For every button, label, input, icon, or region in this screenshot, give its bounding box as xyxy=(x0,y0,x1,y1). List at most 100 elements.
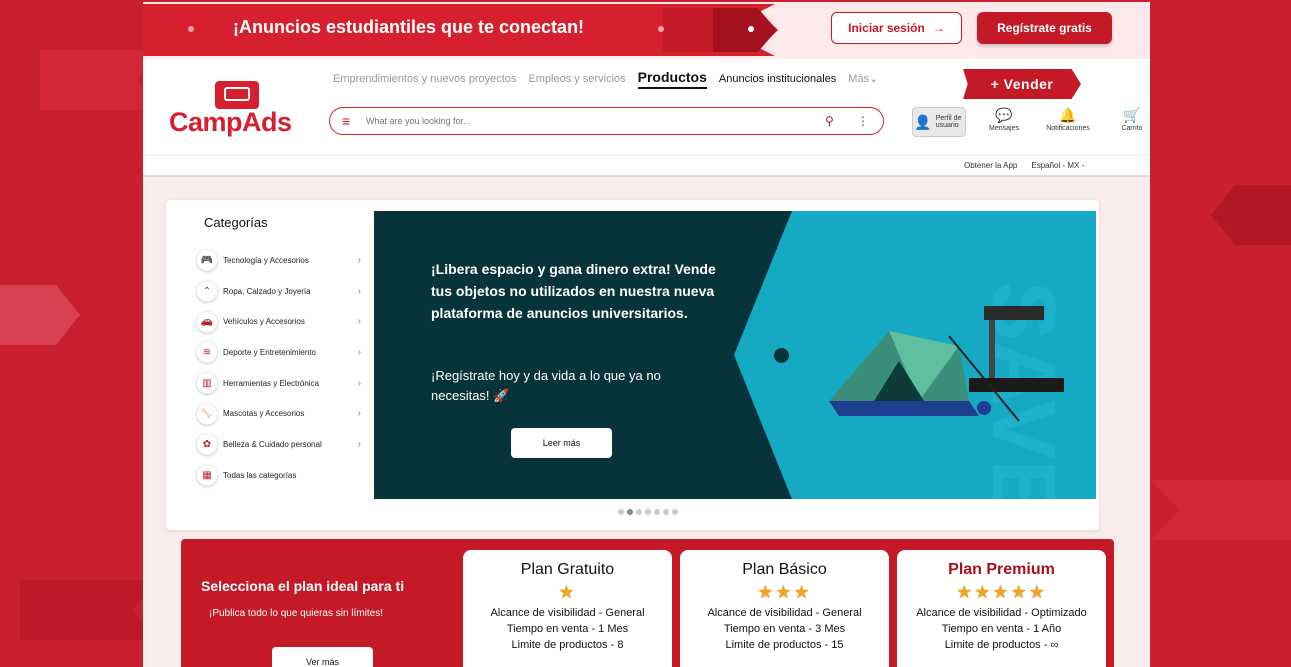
nav-item-empleos[interactable]: Empleos y servicios xyxy=(528,73,625,85)
car-icon: 🚗 xyxy=(196,310,218,333)
category-item[interactable]: 🚗 Vehículos y Accesorios › xyxy=(196,306,361,337)
menu-icon[interactable]: ≡ xyxy=(342,113,356,129)
banner-subtext: ¡Regístrate hoy y da vida a lo que ya no… xyxy=(431,368,661,403)
carousel-dots xyxy=(618,509,678,515)
brand-name: CampAds xyxy=(169,107,292,137)
category-label: Todas las categorías xyxy=(223,470,297,480)
carousel-dot[interactable] xyxy=(663,509,669,515)
profile-button[interactable]: 👤 Perfil de usuario xyxy=(912,107,966,137)
carousel-dot[interactable] xyxy=(636,509,642,515)
cart-label: Carrito xyxy=(1121,125,1143,132)
gamepad-icon: 🎮 xyxy=(196,249,218,272)
category-item[interactable]: ▦ Todas las categorías xyxy=(196,460,361,491)
cart-button[interactable]: 🛒 Carrito xyxy=(1106,107,1150,137)
category-label: Deporte y Entretenimiento xyxy=(223,347,316,357)
nav-item-more[interactable]: Más⌄ xyxy=(848,72,878,85)
categories-list: 🎮 Tecnología y Accesorios › ⌃ Ropa, Calz… xyxy=(196,245,361,491)
tag-icon xyxy=(215,81,259,109)
get-app-link[interactable]: Obtener la App xyxy=(964,161,1017,170)
read-more-button[interactable]: Leer más xyxy=(511,428,612,458)
lotus-icon: ✿ xyxy=(196,433,218,456)
plan-feature: Tiempo en venta - 3 Mes xyxy=(723,623,846,635)
message-icon: 💬 xyxy=(995,107,1013,123)
carousel-dot[interactable] xyxy=(672,509,678,515)
carousel-dot-active[interactable] xyxy=(627,509,633,515)
logo[interactable]: CampAds xyxy=(169,81,311,139)
background-ribbon xyxy=(0,285,80,345)
plan-feature: Tiempo en venta - 1 Mes xyxy=(506,623,629,635)
promo-bar: ¡Anuncios estudiantiles que te conectan!… xyxy=(143,2,1150,57)
promo-ribbon-accent xyxy=(713,8,777,52)
chevron-right-icon: › xyxy=(357,408,361,420)
more-vertical-icon[interactable]: ⋮ xyxy=(857,114,869,128)
promo-text: ¡Anuncios estudiantiles que te conectan! xyxy=(233,17,585,37)
messages-button[interactable]: 💬 Mensajes xyxy=(978,107,1030,137)
chevron-right-icon: › xyxy=(357,346,361,358)
chevron-right-icon: › xyxy=(357,285,361,297)
bone-icon: 🦴 xyxy=(196,402,218,425)
carousel-dot[interactable] xyxy=(654,509,660,515)
plans-subtitle: ¡Publica todo lo que quieras sin límites… xyxy=(209,608,383,619)
nav-more-label: Más xyxy=(848,73,870,85)
search-bar: ≡ ⚲ ⋮ xyxy=(329,107,884,135)
register-button[interactable]: Regístrate gratis xyxy=(977,12,1112,44)
plan-card-premium[interactable]: Plan Premium ★★★★★ Alcance de visibilida… xyxy=(897,550,1106,667)
nav-item-emprendimientos[interactable]: Emprendimientos y nuevos proyectos xyxy=(333,73,516,85)
chevron-down-icon: ⌄ xyxy=(869,73,879,85)
profile-label: Perfil de usuario xyxy=(935,115,962,129)
banner-tag-hole xyxy=(774,348,789,363)
see-more-button[interactable]: Ver más xyxy=(272,647,373,667)
promo-dot xyxy=(748,26,754,32)
category-label: Herramientas y Electrónica xyxy=(223,378,320,388)
plan-feature: Limite de productos - ∞ xyxy=(944,639,1059,651)
category-item[interactable]: ⌃ Ropa, Calzado y Joyería › xyxy=(196,276,361,307)
search-icon[interactable]: ⚲ xyxy=(825,114,839,128)
cart-icon: 🛒 xyxy=(1123,107,1141,123)
banner-headline: ¡Libera espacio y gana dinero extra! Ven… xyxy=(431,261,716,321)
chevron-right-icon: › xyxy=(357,377,361,389)
category-item[interactable]: ▥ Herramientas y Electrónica › xyxy=(196,368,361,399)
carousel-dot[interactable] xyxy=(618,509,624,515)
user-icon: 👤 xyxy=(914,114,932,130)
plan-card-basic[interactable]: Plan Básico ★★★ Alcance de visibilidad -… xyxy=(680,550,889,667)
plan-card-free[interactable]: Plan Gratuito ★ Alcance de visibilidad -… xyxy=(463,550,672,667)
hero-banner[interactable]: SAVE ¡Libera espacio y gana dinero extra… xyxy=(374,211,1096,499)
category-item[interactable]: 🦴 Mascotas y Accesorios › xyxy=(196,398,361,429)
plan-name: Plan Gratuito xyxy=(520,561,615,578)
category-label: Belleza & Cuidado personal xyxy=(223,439,322,449)
promo-dot xyxy=(188,26,194,32)
plan-feature: Limite de productos - 8 xyxy=(511,639,624,651)
search-input[interactable] xyxy=(366,116,825,126)
category-item[interactable]: ≋ Deporte y Entretenimiento › xyxy=(196,337,361,368)
star-icon: ★★★★★ xyxy=(956,582,1047,602)
category-item[interactable]: 🎮 Tecnología y Accesorios › xyxy=(196,245,361,276)
promo-dot xyxy=(658,26,664,32)
background-ribbon xyxy=(40,50,160,110)
nav-item-productos[interactable]: Productos xyxy=(637,69,707,89)
star-icon: ★ xyxy=(558,582,577,602)
header-actions: 👤 Perfil de usuario 💬 Mensajes 🔔 Notific… xyxy=(912,107,1150,137)
sell-button[interactable]: + Vender xyxy=(963,69,1081,99)
chevron-right-icon: › xyxy=(357,316,361,328)
login-button[interactable]: Iniciar sesión → xyxy=(831,12,962,44)
plan-feature: Alcance de visibilidad - General xyxy=(707,607,862,619)
bell-icon: 🔔 xyxy=(1059,107,1077,123)
plans-section: Selecciona el plan ideal para ti ¡Public… xyxy=(181,539,1114,667)
login-button-label: Iniciar sesión xyxy=(848,21,925,35)
plan-feature: Tiempo en venta - 1 Año xyxy=(941,623,1062,635)
category-item[interactable]: ✿ Belleza & Cuidado personal › xyxy=(196,429,361,460)
tent-illustration xyxy=(829,306,1064,422)
hanger-icon: ⌃ xyxy=(196,280,218,303)
plans-title: Selecciona el plan ideal para ti xyxy=(201,578,405,594)
chevron-right-icon: › xyxy=(357,254,361,266)
plan-name: Plan Básico xyxy=(742,561,827,578)
carousel-dot[interactable] xyxy=(645,509,651,515)
category-label: Tecnología y Accesorios xyxy=(223,255,309,265)
notifications-button[interactable]: 🔔 Notificaciones xyxy=(1042,107,1094,137)
language-selector[interactable]: Español - MX - xyxy=(1031,161,1084,170)
chevron-right-icon: › xyxy=(357,438,361,450)
chip-icon: ▥ xyxy=(196,372,218,395)
star-icon: ★★★ xyxy=(757,582,812,602)
nav-item-anuncios[interactable]: Anuncios institucionales xyxy=(719,73,836,85)
category-label: Vehículos y Accesorios xyxy=(223,317,305,327)
